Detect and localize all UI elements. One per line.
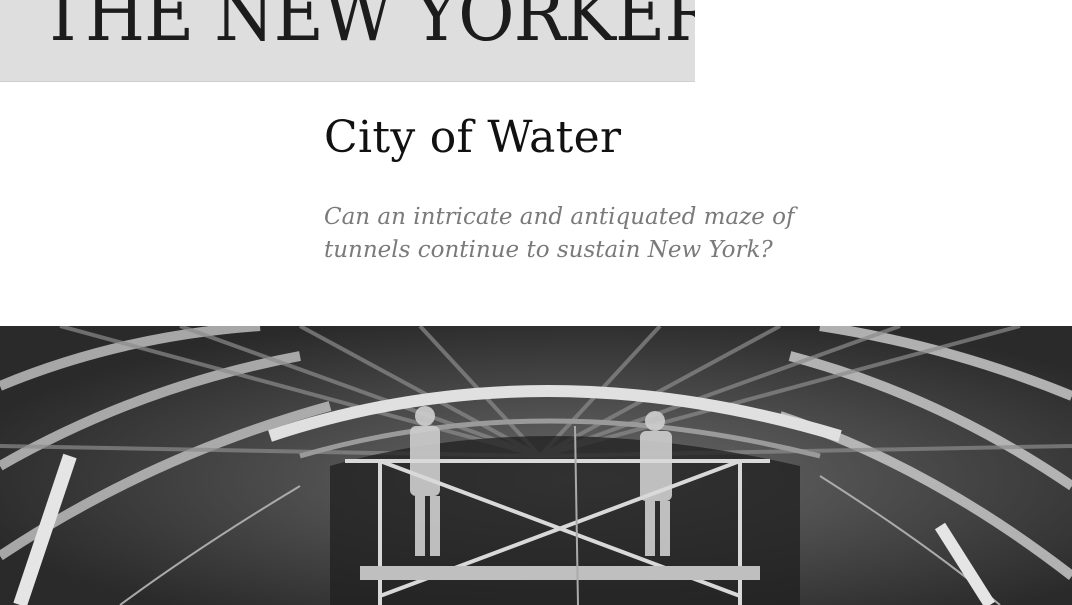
site-logo[interactable]: THE NEW YORKER bbox=[40, 0, 695, 52]
tunnel-photo-icon bbox=[0, 326, 1072, 605]
article-header: City of Water Can an intricate and antiq… bbox=[324, 112, 844, 267]
masthead: THE NEW YORKER bbox=[0, 0, 695, 82]
article-dek: Can an intricate and antiquated maze of … bbox=[324, 203, 795, 263]
hero-image bbox=[0, 326, 1072, 605]
article-headline: City of Water bbox=[324, 112, 622, 163]
